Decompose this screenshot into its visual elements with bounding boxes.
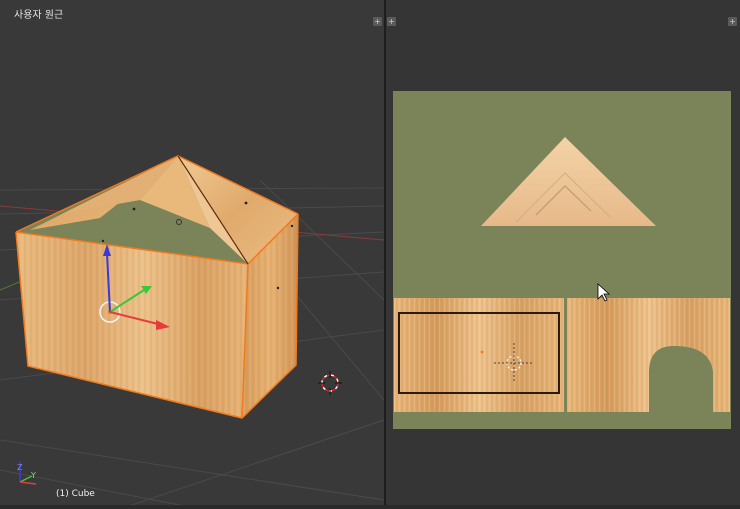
axis-y-label: Y [30,471,36,480]
active-object-label: (1) Cube [56,489,95,499]
viewport-scene: Z Y [0,155,384,509]
uv-door-cutout [649,346,713,412]
uv-canvas [393,91,731,429]
3d-cursor-icon[interactable] [318,371,342,395]
view-name-label: 사용자 원근 [14,10,64,21]
cube-object[interactable] [15,155,299,419]
plus-corner-icon[interactable]: + [373,17,382,26]
uv-image-editor[interactable]: + + [386,0,740,509]
blender-window: Z Y 사용자 원근 (1) Cube + + + [0,0,740,509]
3d-viewport[interactable]: Z Y 사용자 원근 (1) Cube + [0,0,384,509]
axis-orientation-icon: Z Y [17,462,37,485]
axis-z-label: Z [17,463,23,472]
bottom-border [0,505,740,509]
